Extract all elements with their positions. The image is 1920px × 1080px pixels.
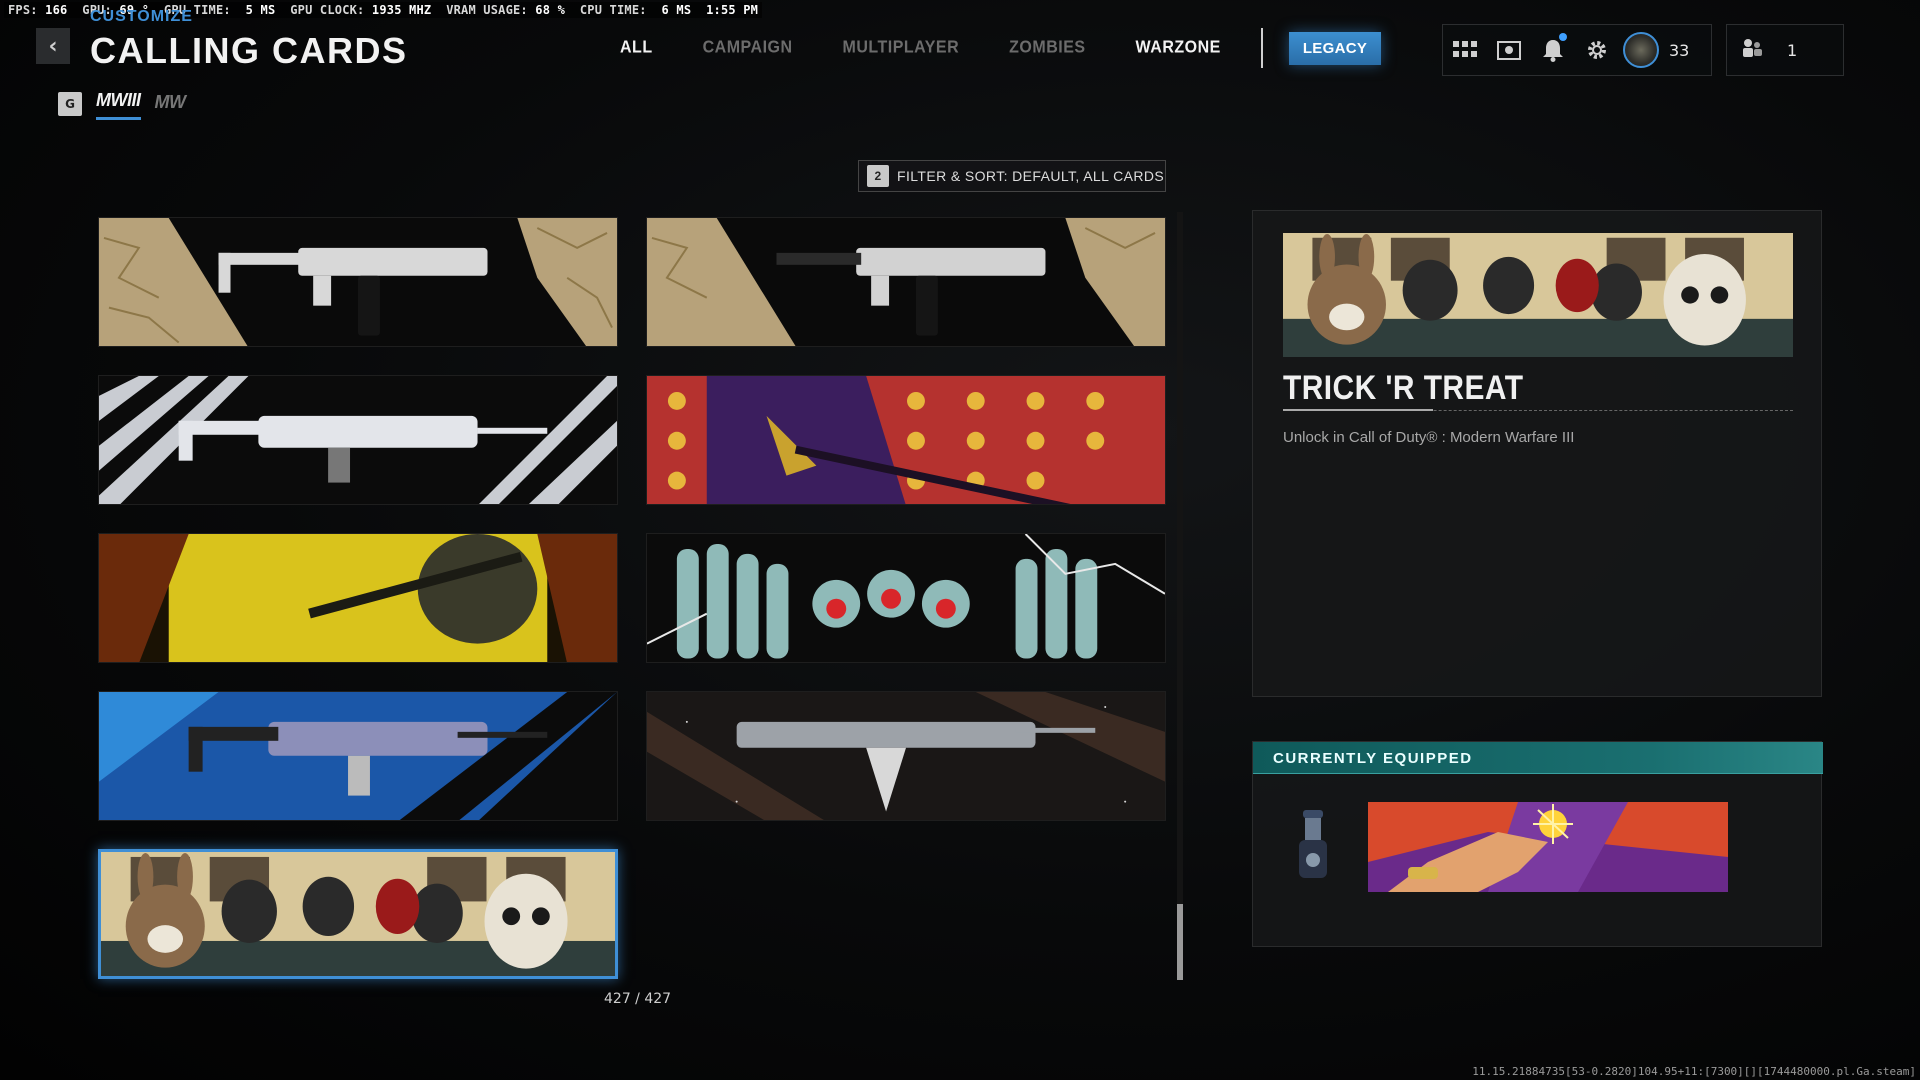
mode-tabs: ALL CAMPAIGN MULTIPLAYER ZOMBIES WARZONE…	[620, 28, 1382, 68]
calling-card-gold-circuit-smg-left[interactable]	[98, 217, 618, 347]
party-box[interactable]: 1	[1726, 24, 1844, 76]
equipped-emblem[interactable]	[1293, 810, 1333, 892]
card-artwork	[647, 376, 1165, 504]
tab-warzone[interactable]: WARZONE	[1136, 38, 1221, 57]
back-button[interactable]: ‹	[36, 28, 70, 64]
player-level: 33	[1669, 40, 1690, 60]
tab-zombies[interactable]: ZOMBIES	[1009, 38, 1085, 57]
detail-card-preview	[1283, 233, 1793, 357]
keybind-hint: G	[58, 92, 82, 116]
card-artwork	[647, 692, 1165, 820]
page-title: CALLING CARDS	[90, 30, 408, 71]
card-artwork	[647, 218, 1165, 346]
equipped-calling-card[interactable]	[1368, 802, 1728, 892]
calling-card-skull-pattern-sniper[interactable]	[646, 375, 1166, 505]
party-icon	[1741, 37, 1763, 63]
hud-toolbar: 33	[1442, 24, 1712, 76]
tab-campaign[interactable]: CAMPAIGN	[703, 38, 793, 57]
keybind-hint: 2	[867, 165, 889, 187]
tab-divider	[1260, 28, 1263, 68]
party-count: 1	[1787, 40, 1798, 60]
card-counter: 427 / 427	[604, 991, 672, 1007]
calling-card-blue-crystal-rifle[interactable]	[98, 691, 618, 821]
bell-icon[interactable]	[1531, 24, 1575, 76]
game-sub-tabs: G MWIII MW	[58, 88, 186, 120]
calling-card-gold-circuit-smg-right[interactable]	[646, 217, 1166, 347]
filter-sort-button[interactable]: 2 FILTER & SORT: DEFAULT, ALL CARDS	[858, 160, 1166, 192]
tab-all[interactable]: ALL	[620, 38, 653, 57]
card-artwork	[101, 852, 615, 976]
scrollbar-track[interactable]	[1177, 212, 1183, 980]
card-artwork	[99, 376, 617, 504]
card-artwork	[99, 218, 617, 346]
chevron-left-icon: ‹	[48, 33, 58, 59]
grid-menu-icon[interactable]	[1443, 24, 1487, 76]
player-avatar[interactable]	[1623, 32, 1659, 68]
breadcrumb: CUSTOMIZE	[90, 8, 193, 25]
calling-card-yellow-hex-soldier[interactable]	[98, 533, 618, 663]
calling-card-cosmic-serrated-rifle[interactable]	[646, 691, 1166, 821]
store-icon[interactable]	[1487, 24, 1531, 76]
filter-sort-label: FILTER & SORT: DEFAULT, ALL CARDS	[897, 168, 1165, 184]
card-artwork	[99, 692, 617, 820]
tab-legacy[interactable]: LEGACY	[1288, 31, 1382, 65]
tab-mw[interactable]: MW	[155, 90, 186, 119]
card-detail-panel: TRICK 'R TREAT Unlock in Call of Duty® :…	[1252, 210, 1822, 697]
calling-card-trick-r-treat[interactable]	[98, 849, 618, 979]
tab-multiplayer[interactable]: MULTIPLAYER	[843, 38, 960, 57]
calling-card-skeleton-hands[interactable]	[646, 533, 1166, 663]
card-artwork	[647, 534, 1165, 662]
currently-equipped-panel: CURRENTLY EQUIPPED	[1252, 741, 1823, 947]
equipped-header: CURRENTLY EQUIPPED	[1253, 742, 1823, 774]
gear-icon[interactable]	[1575, 24, 1619, 76]
build-version: 11.15.21884735[53-0.2820]104.95+11:[7300…	[1472, 1065, 1916, 1078]
calling-card-chrome-rifle[interactable]	[98, 375, 618, 505]
detail-title: TRICK 'R TREAT	[1283, 369, 1524, 407]
tab-mwiii[interactable]: MWIII	[96, 88, 141, 120]
notification-dot	[1559, 33, 1567, 41]
detail-description: Unlock in Call of Duty® : Modern Warfare…	[1283, 429, 1575, 446]
divider-accent	[1283, 409, 1433, 411]
scrollbar-thumb[interactable]	[1177, 904, 1183, 980]
card-artwork	[99, 534, 617, 662]
